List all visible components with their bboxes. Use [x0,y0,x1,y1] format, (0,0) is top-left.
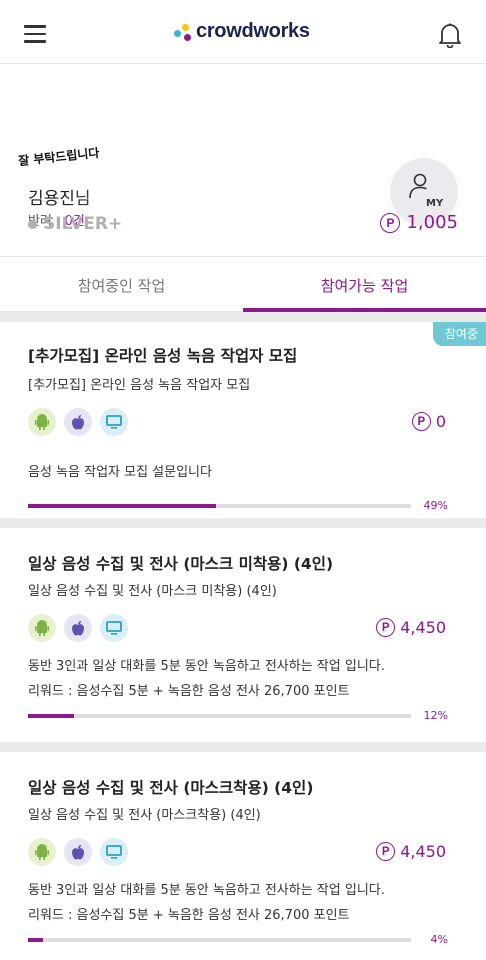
task-reward: P 4,450 [376,842,446,861]
hamburger-icon[interactable] [24,25,46,43]
participating-badge: 참여중 [432,322,486,346]
task-subtitle: 일상 음성 수집 및 전사 (마스크 미착용) (4인) [28,584,277,599]
platform-icons [28,614,128,642]
task-reward: P0 [411,412,446,431]
point-icon: P [380,212,401,233]
progress-fill [28,714,74,718]
apple-icon [64,838,92,866]
task-description: 동반 3인과 일상 대화를 5분 동안 녹음하고 전사하는 작업 입니다. 리워… [28,654,385,704]
bell-icon[interactable] [438,22,462,48]
task-title: 일상 음성 수집 및 전사 (마스크 미착용) (4인) [28,555,334,573]
divider [0,312,486,322]
reward-value: 4,450 [400,842,446,861]
task-reward-line: 리워드 : 음성수집 5분 + 녹음한 음성 전사 26,700 포인트 [28,908,350,923]
platform-icons [28,838,128,866]
desktop-icon [100,408,128,436]
progress-bar [28,938,411,942]
logo-mark [172,21,196,43]
divider [0,518,486,528]
progress-percent: 12% [423,709,448,722]
crowdworks-logo[interactable]: crowdworks [172,20,310,43]
avatar-label: MY [426,198,444,209]
task-reward: P 4,450 [376,618,446,637]
user-icon [409,173,427,199]
apple-icon [64,408,92,436]
point-icon: P [411,412,431,431]
progress-fill [28,938,44,942]
task-description: 동반 3인과 일상 대화를 5분 동안 녹음하고 전사하는 작업 입니다. 리워… [28,878,385,928]
task-reward-line: 리워드 : 음성수집 5분 + 녹음한 음성 전사 26,700 포인트 [28,684,350,699]
task-subtitle: 일상 음성 수집 및 전사 (마스크착용) (4인) [28,808,261,823]
user-name-suffix: 님 [74,189,91,209]
progress-bar [28,504,411,508]
user-name: 김용진님 [28,184,91,209]
desktop-icon [100,614,128,642]
divider [0,742,486,752]
tier-dot [28,219,37,229]
task-title: 일상 음성 수집 및 전사 (마스크착용) (4인) [28,779,314,797]
member-tier: SILVER+ [28,214,122,234]
task-desc-line: 음성 녹음 작업자 모집 설문입니다 [28,465,212,480]
progress-percent: 49% [423,499,448,512]
progress-fill [28,504,216,508]
task-tabs: 참여중인 작업 참여가능 작업 [0,256,486,312]
android-icon [28,614,56,642]
apple-icon [64,614,92,642]
tier-label: SILVER+ [43,214,123,234]
logo-text: crowdworks [196,20,310,42]
progress-bar [28,714,411,718]
desktop-icon [100,838,128,866]
android-icon [28,408,56,436]
task-card[interactable]: 일상 음성 수집 및 전사 (마스크 미착용) (4인) 일상 음성 수집 및 … [0,528,486,742]
tab-available[interactable]: 참여가능 작업 [243,257,486,312]
tab-participating[interactable]: 참여중인 작업 [0,257,243,312]
user-name-value: 김용진 [28,189,75,209]
task-description: 음성 녹음 작업자 모집 설문입니다 [28,460,212,485]
point-icon: P [376,618,396,637]
android-icon [28,838,56,866]
task-card[interactable]: 일상 음성 수집 및 전사 (마스크착용) (4인) 일상 음성 수집 및 전사… [0,752,486,960]
progress-percent: 4% [430,933,448,946]
point-icon: P [376,842,396,861]
task-subtitle: [추가모집] 온라인 음성 녹음 작업자 모집 [28,378,251,393]
task-desc-line: 동반 3인과 일상 대화를 5분 동안 녹음하고 전사하는 작업 입니다. [28,659,385,674]
app-header: crowdworks [0,0,486,64]
points-balance[interactable]: P 1,005 [380,212,458,233]
points-value: 1,005 [406,212,458,233]
task-title: [추가모집] 온라인 음성 녹음 작업자 모집 [28,347,298,365]
greeting-note: 잘 부탁드립니다 [17,145,101,169]
task-list: 참여중 [추가모집] 온라인 음성 녹음 작업자 모집 [추가모집] 온라인 음… [0,312,486,960]
task-desc-line: 동반 3인과 일상 대화를 5분 동안 녹음하고 전사하는 작업 입니다. [28,883,385,898]
task-card[interactable]: 참여중 [추가모집] 온라인 음성 녹음 작업자 모집 [추가모집] 온라인 음… [0,322,486,518]
platform-icons [28,408,128,436]
reward-value: 0 [435,412,446,431]
reward-value: 4,450 [400,618,446,637]
